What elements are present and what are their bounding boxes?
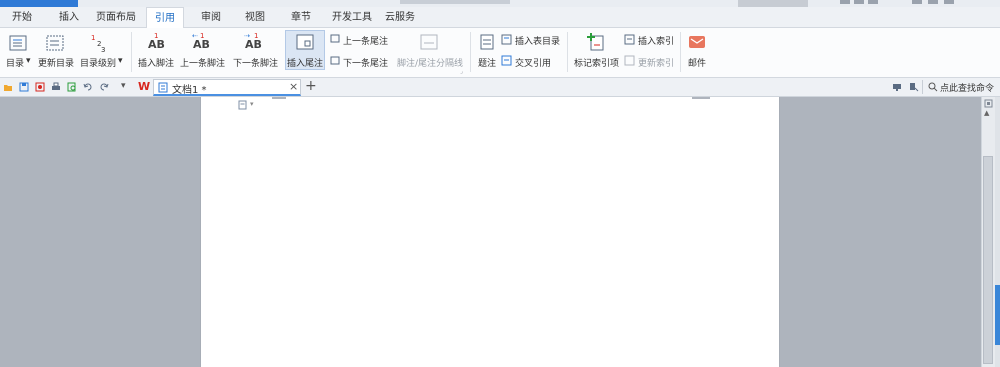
new-tab-icon[interactable]: + [305, 78, 317, 94]
close-tab-icon[interactable]: × [289, 80, 298, 93]
insert-index-icon[interactable] [624, 34, 635, 45]
tab-section[interactable]: 章节 [284, 7, 318, 28]
page-corner-mark [692, 97, 710, 99]
insert-footnote-icon[interactable]: AB [148, 38, 165, 51]
next-footnote-button[interactable]: 下一条脚注 [233, 56, 278, 69]
cross-reference-icon[interactable] [501, 55, 512, 66]
footnote-separator-icon [420, 34, 438, 50]
mark-index-entry-button[interactable]: 标记索引项 [574, 56, 619, 69]
update-toc-icon[interactable] [46, 35, 64, 51]
tab-page-layout[interactable]: 页面布局 [92, 7, 140, 28]
mail-icon[interactable] [688, 34, 706, 50]
separator [680, 32, 681, 72]
ribbon [0, 28, 1000, 78]
insert-endnote-icon[interactable] [296, 34, 314, 50]
update-index-button: 更新索引 [638, 59, 675, 69]
tab-developer[interactable]: 开发工具 [328, 7, 376, 28]
user-account-button[interactable] [738, 0, 808, 7]
tab-review[interactable]: 审阅 [194, 7, 228, 28]
tab-insert[interactable]: 插入 [52, 7, 86, 28]
mark-index-entry-icon[interactable] [587, 33, 605, 51]
separator [470, 32, 471, 72]
update-toc-button[interactable]: 更新目录 [38, 56, 74, 69]
prev-endnote-button[interactable]: 上一条尾注 [343, 34, 388, 47]
help-icon[interactable] [868, 0, 878, 4]
tab-cloud-service[interactable]: 云服务 [380, 7, 420, 28]
document-page[interactable] [200, 97, 780, 367]
window-controls [840, 0, 1000, 5]
cross-reference-button[interactable]: 交叉引用 [515, 56, 551, 69]
prev-footnote-icon[interactable]: AB [193, 38, 210, 51]
close-window-button[interactable] [944, 0, 954, 4]
next-footnote-icon[interactable]: AB [245, 38, 262, 51]
mail-button[interactable]: 邮件 [688, 56, 706, 69]
group-launcher-icon[interactable]: ⌟ [460, 68, 463, 75]
tab-home[interactable]: 开始 [5, 7, 39, 28]
separator [567, 32, 568, 72]
print-preview-icon[interactable] [67, 82, 77, 92]
scroll-up-icon[interactable]: ▲ [984, 109, 989, 117]
insert-footnote-button[interactable]: 插入脚注 [138, 56, 174, 69]
separator [131, 32, 132, 72]
toc-button[interactable]: 目录 [6, 56, 24, 69]
next-endnote-icon[interactable] [330, 56, 340, 65]
footnote-separator-button: 脚注/尾注分隔线 [397, 59, 464, 69]
insert-table-of-figures-button[interactable]: 插入表目录 [515, 34, 560, 47]
document-tab-title: 文档1 * [172, 85, 207, 96]
redo-icon[interactable] [99, 82, 109, 92]
scroll-tool-icon[interactable] [984, 99, 993, 108]
paste-options-dropdown-icon[interactable]: ▾ [250, 100, 254, 108]
share-icon[interactable] [909, 82, 919, 92]
side-panel-toggle[interactable] [995, 285, 1000, 345]
undo-icon[interactable] [83, 82, 93, 92]
insert-table-of-figures-icon[interactable] [501, 34, 512, 45]
next-endnote-button[interactable]: 下一条尾注 [343, 56, 388, 69]
scrollbar-thumb[interactable] [983, 156, 993, 364]
settings-icon[interactable] [854, 0, 864, 4]
quick-access-dropdown-icon[interactable]: ▾ [121, 81, 126, 91]
restore-button[interactable] [928, 0, 938, 4]
open-icon[interactable] [3, 82, 13, 92]
caption-icon[interactable] [480, 34, 494, 50]
minimize-button[interactable] [912, 0, 922, 4]
document-icon [158, 82, 168, 93]
caption-button[interactable]: 题注 [478, 56, 496, 69]
toc-level-dropdown-icon[interactable]: ▾ [118, 56, 123, 66]
toc-level-1-text: 1 [91, 34, 95, 42]
toc-level-button[interactable]: 目录级别 [80, 56, 116, 69]
prev-footnote-button[interactable]: 上一条脚注 [180, 56, 225, 69]
wps-logo-icon[interactable]: W [138, 80, 150, 93]
paste-options-icon[interactable] [238, 100, 247, 110]
prev-endnote-icon[interactable] [330, 34, 340, 43]
update-index-icon [624, 55, 635, 66]
skin-icon[interactable] [840, 0, 850, 4]
export-pdf-icon[interactable] [35, 82, 45, 92]
toc-level-3-text: 3 [101, 46, 105, 53]
tab-references[interactable]: 引用 [146, 7, 184, 28]
window-title [400, 0, 510, 4]
save-icon[interactable] [19, 82, 29, 92]
insert-index-button[interactable]: 插入索引 [638, 34, 674, 47]
insert-endnote-button[interactable]: 插入尾注 [287, 56, 323, 69]
toc-icon[interactable] [9, 35, 27, 51]
toc-level-icon[interactable]: 1 2 3 [89, 33, 109, 53]
monitor-icon[interactable] [892, 82, 902, 92]
toc-dropdown-icon[interactable]: ▾ [26, 56, 31, 66]
tab-view[interactable]: 视图 [238, 7, 272, 28]
search-icon[interactable] [928, 82, 938, 92]
print-icon[interactable] [51, 82, 61, 92]
app-menu-button[interactable] [0, 0, 78, 7]
command-search-input[interactable]: 点此查找命令 [940, 81, 994, 94]
page-corner-mark [272, 97, 286, 99]
separator [922, 80, 923, 94]
